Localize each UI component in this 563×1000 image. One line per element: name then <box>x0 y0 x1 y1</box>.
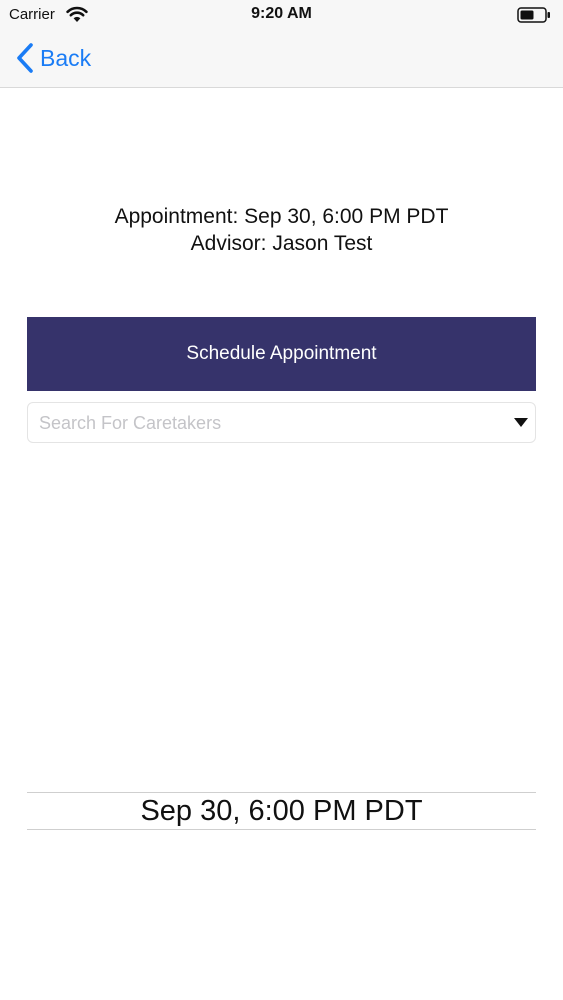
navigation-bar: Back <box>0 30 563 88</box>
caretaker-search-input[interactable] <box>37 403 501 444</box>
status-time: 9:20 AM <box>251 5 312 22</box>
status-bar: Carrier 9:20 AM <box>0 0 563 30</box>
back-label: Back <box>40 44 92 71</box>
battery-icon <box>517 7 550 23</box>
caretaker-search-dropdown[interactable] <box>27 402 536 444</box>
advisor-line: Advisor: Jason Test <box>190 232 373 255</box>
appointment-line: Appointment: Sep 30, 6:00 PM PDT <box>114 205 449 228</box>
date-time-picker[interactable]: Sep 30, 6:00 PM PDT <box>27 792 536 830</box>
caret-down-icon[interactable] <box>514 418 528 427</box>
appointment-info: Appointment: Sep 30, 6:00 PM PDT Advisor… <box>0 203 563 257</box>
back-button[interactable]: Back <box>14 40 91 76</box>
chevron-left-icon <box>17 43 33 73</box>
schedule-appointment-button[interactable]: Schedule Appointment <box>27 317 536 391</box>
picker-selected-value: Sep 30, 6:00 PM PDT <box>140 794 423 827</box>
